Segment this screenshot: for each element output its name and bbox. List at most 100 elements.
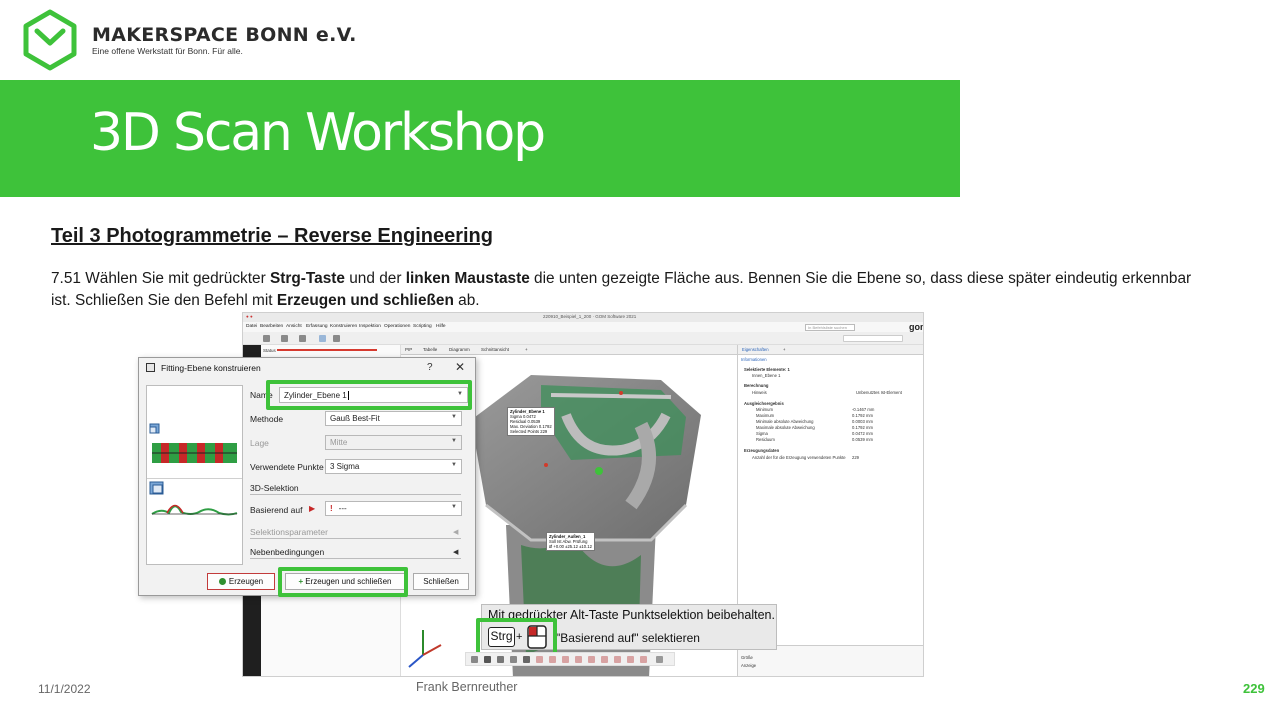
app-menubar: Datei Bearbeiten Ansicht Erfassung Konst…: [243, 322, 923, 332]
toolbar-tool-icon[interactable]: [281, 335, 288, 342]
punkte-select[interactable]: 3 Sigma ▼: [325, 459, 462, 474]
view-tool-icon[interactable]: [523, 656, 530, 663]
view-tool-icon[interactable]: [471, 656, 478, 663]
tab-tabelle[interactable]: Tabelle: [423, 347, 437, 352]
properties-tabs: Eigenschaften +: [738, 345, 923, 355]
alignment-selector[interactable]: [843, 335, 903, 342]
methode-select[interactable]: Gauß Best-Fit ▼: [325, 411, 462, 426]
lage-select: Mitte ▼: [325, 435, 462, 450]
create-button-label: Erzeugen: [228, 577, 264, 586]
tab-diagramm[interactable]: Diagramm: [449, 347, 470, 352]
view-tabs: PIP Tabelle Diagramm Schnittansicht +: [401, 345, 737, 355]
basierend-select[interactable]: ! --- ▼: [325, 501, 462, 516]
menu-bearbeiten[interactable]: Bearbeiten: [260, 324, 283, 329]
menu-inspektion[interactable]: Inspektion: [359, 324, 381, 329]
plane-result-label[interactable]: Zylinder_Ebene 1 Sigma 0.0472 Residual 0…: [507, 407, 555, 436]
check-icon: [218, 578, 226, 585]
footer-date: 11/1/2022: [38, 682, 91, 696]
tab-pip[interactable]: PIP: [405, 347, 412, 352]
instruction-bold: Strg-Taste: [270, 270, 345, 287]
app-window-icon: ● ●: [246, 314, 253, 319]
close-icon[interactable]: ✕: [455, 360, 465, 374]
selektionsparameter-group[interactable]: Selektionsparameter: [250, 527, 328, 537]
toolbar-tool-icon[interactable]: [263, 335, 270, 342]
preview-panel: [146, 385, 243, 565]
lage-select-value: Mitte: [330, 438, 348, 447]
gom-logo: gom: [909, 322, 923, 332]
property-row: Sigma: [756, 431, 768, 436]
instruction-text: 7.51 Wählen Sie mit gedrückter Strg-Tast…: [51, 268, 1201, 312]
chevron-down-icon[interactable]: ▼: [451, 414, 457, 420]
basierend-label: Basierend auf: [250, 505, 303, 515]
menu-ansicht[interactable]: Ansicht: [286, 324, 302, 329]
help-button[interactable]: ?: [427, 362, 433, 373]
menu-operationen[interactable]: Operationen: [384, 324, 410, 329]
instruction-bold: Erzeugen und schließen: [276, 292, 454, 309]
view-tool-icon[interactable]: [484, 656, 491, 663]
expand-arrow-icon[interactable]: ◀: [453, 528, 458, 536]
punkte-label: Verwendete Punkte: [250, 462, 324, 472]
instruction-part: ab.: [453, 292, 480, 309]
selektion-group-title: 3D-Selektion: [250, 483, 299, 493]
tooltip-select-hint: "Basierend auf" selektieren: [556, 631, 700, 645]
tab-eigenschaften[interactable]: Eigenschaften: [742, 347, 769, 352]
menu-konstruieren[interactable]: Konstruieren: [330, 324, 357, 329]
chevron-down-icon[interactable]: ▼: [451, 462, 457, 468]
view-tool-icon[interactable]: [562, 656, 569, 663]
property-row: Hinweis: [752, 390, 767, 395]
informationen-link[interactable]: Informationen: [741, 357, 767, 362]
pick-arrow-icon[interactable]: ▶: [309, 504, 315, 513]
group-divider: [250, 538, 461, 539]
page-number: 229: [1243, 681, 1265, 696]
property-row: Anzahl der für die Erzeugung verwendeten…: [752, 455, 846, 460]
footer-author: Frank Bernreuther: [416, 680, 518, 694]
close-button[interactable]: Schließen: [413, 573, 469, 590]
property-value: Unbenutztes Ist-Element: [856, 390, 902, 395]
tab-add-properties[interactable]: +: [783, 347, 785, 352]
toolbar-tool-icon[interactable]: [333, 335, 340, 342]
property-value: -0.1467 mm: [852, 407, 875, 412]
section-heading: Teil 3 Photogrammetrie – Reverse Enginee…: [51, 225, 493, 247]
command-search-input[interactable]: In Befehlsliste suchen: [805, 324, 855, 331]
view-tool-icon[interactable]: [614, 656, 621, 663]
cylinder-result-label[interactable]: Zylinder_Außen_1 Soll Ist Abw. Prüfung Ø…: [546, 532, 595, 551]
view-tool-icon[interactable]: [588, 656, 595, 663]
plane-label-row: Selected Points 229: [510, 429, 548, 434]
nebenbedingungen-group[interactable]: Nebenbedingungen: [250, 547, 324, 557]
property-value: 0.1792 mm: [852, 425, 873, 430]
view-tool-icon[interactable]: [510, 656, 517, 663]
basierend-select-value: ---: [338, 504, 347, 513]
view-tool-icon[interactable]: [575, 656, 582, 663]
view-tool-icon[interactable]: [640, 656, 647, 663]
view-tool-icon[interactable]: [536, 656, 543, 663]
property-value: 0.0539 mm: [852, 437, 873, 442]
menu-datei[interactable]: Datei: [246, 324, 257, 329]
property-row: Maximum: [756, 413, 775, 418]
menu-scripting[interactable]: Scripting: [413, 324, 432, 329]
app-title: 220910_Beispiel_1_200 · GOM Software 202…: [543, 314, 637, 319]
expand-arrow-icon[interactable]: ◀: [453, 548, 458, 556]
instruction-part: und der: [344, 270, 406, 287]
toolbar-select-icon[interactable]: [319, 335, 326, 342]
app-toolbar: [243, 332, 923, 345]
view-tool-icon[interactable]: [497, 656, 504, 663]
create-button[interactable]: Erzeugen: [207, 573, 275, 590]
dialog-window-icon: [146, 363, 155, 372]
menu-hilfe[interactable]: Hilfe: [436, 324, 446, 329]
chevron-down-icon[interactable]: ▼: [451, 504, 457, 510]
property-value: 0.1792 mm: [852, 413, 873, 418]
property-row: Residuum: [756, 437, 775, 442]
toolbar-tool-icon[interactable]: [299, 335, 306, 342]
view-tool-icon[interactable]: [549, 656, 556, 663]
view-tool-icon[interactable]: [627, 656, 634, 663]
app-titlebar: ● ● 220910_Beispiel_1_200 · GOM Software…: [243, 313, 923, 322]
chevron-down-icon: ▼: [451, 438, 457, 444]
brand-name: MAKERSPACE BONN e.V.: [92, 24, 357, 46]
cylinder-label-row: Ø +0.00 ±25.12 ±10.12: [549, 544, 592, 549]
view-tool-icon[interactable]: [601, 656, 608, 663]
menu-erfassung[interactable]: Erfassung: [306, 324, 328, 329]
makerspace-logo-icon: [23, 9, 77, 71]
tab-schnittansicht[interactable]: Schnittansicht: [481, 347, 509, 352]
view-tool-icon[interactable]: [656, 656, 663, 663]
tab-add[interactable]: +: [525, 347, 528, 352]
